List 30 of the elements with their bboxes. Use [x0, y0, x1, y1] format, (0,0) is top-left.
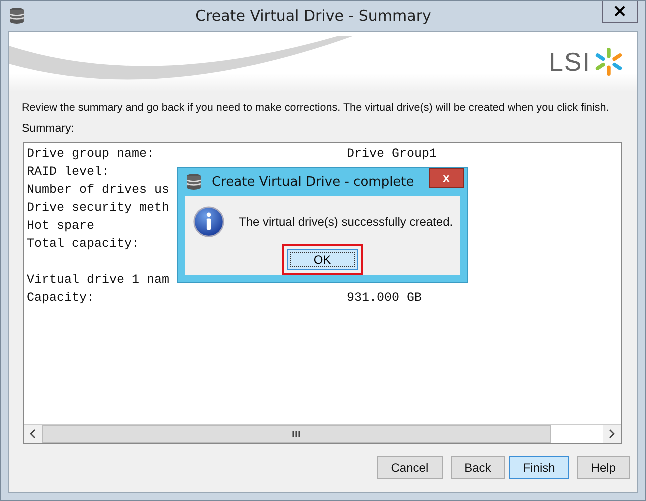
summary-label-text: RAID level:	[27, 165, 110, 179]
scrollbar-thumb[interactable]: III	[42, 425, 551, 443]
description-text: Review the summary and go back if you need to make corrections. The virtual drive(s) will be created when you click finish.	[22, 102, 610, 114]
summary-label-text: Virtual drive 1 nam	[27, 273, 170, 287]
close-button[interactable]: x	[429, 168, 464, 188]
dialog-button[interactable]: Back	[450, 456, 506, 479]
summary-label-text: Drive group name:	[27, 147, 155, 161]
summary-label: Summary:	[22, 123, 76, 135]
summary-label-text: Number of drives us	[27, 183, 170, 197]
dialog-title: Create Virtual Drive - complete	[212, 174, 414, 190]
summary-label-text: Capacity:	[27, 291, 95, 305]
database-icon	[186, 173, 202, 191]
close-button[interactable]: ×	[602, 1, 638, 23]
window-title: Create Virtual Drive - Summary	[194, 7, 432, 25]
dialog-button[interactable]: Cancel	[377, 456, 443, 479]
dialog-button[interactable]: Help	[577, 456, 630, 479]
scroll-left-icon[interactable]	[30, 429, 36, 439]
logo-text: LSI	[548, 46, 591, 78]
starburst-icon	[595, 48, 623, 76]
summary-label-text: Total capacity:	[27, 237, 140, 251]
message-text: The virtual drive(s) successfully created.	[239, 215, 454, 229]
summary-label-text: Hot spare	[27, 219, 95, 233]
summary-value-text: Drive Group1	[347, 147, 438, 161]
database-icon	[9, 7, 25, 25]
summary-label-text: Drive security meth	[27, 201, 170, 215]
info-icon	[193, 206, 225, 238]
scroll-right-icon[interactable]	[609, 429, 615, 439]
ok-button[interactable]: OK	[287, 249, 358, 270]
dialog-button[interactable]: Finish	[509, 456, 570, 479]
summary-value-text: 931.000 GB	[347, 291, 424, 305]
